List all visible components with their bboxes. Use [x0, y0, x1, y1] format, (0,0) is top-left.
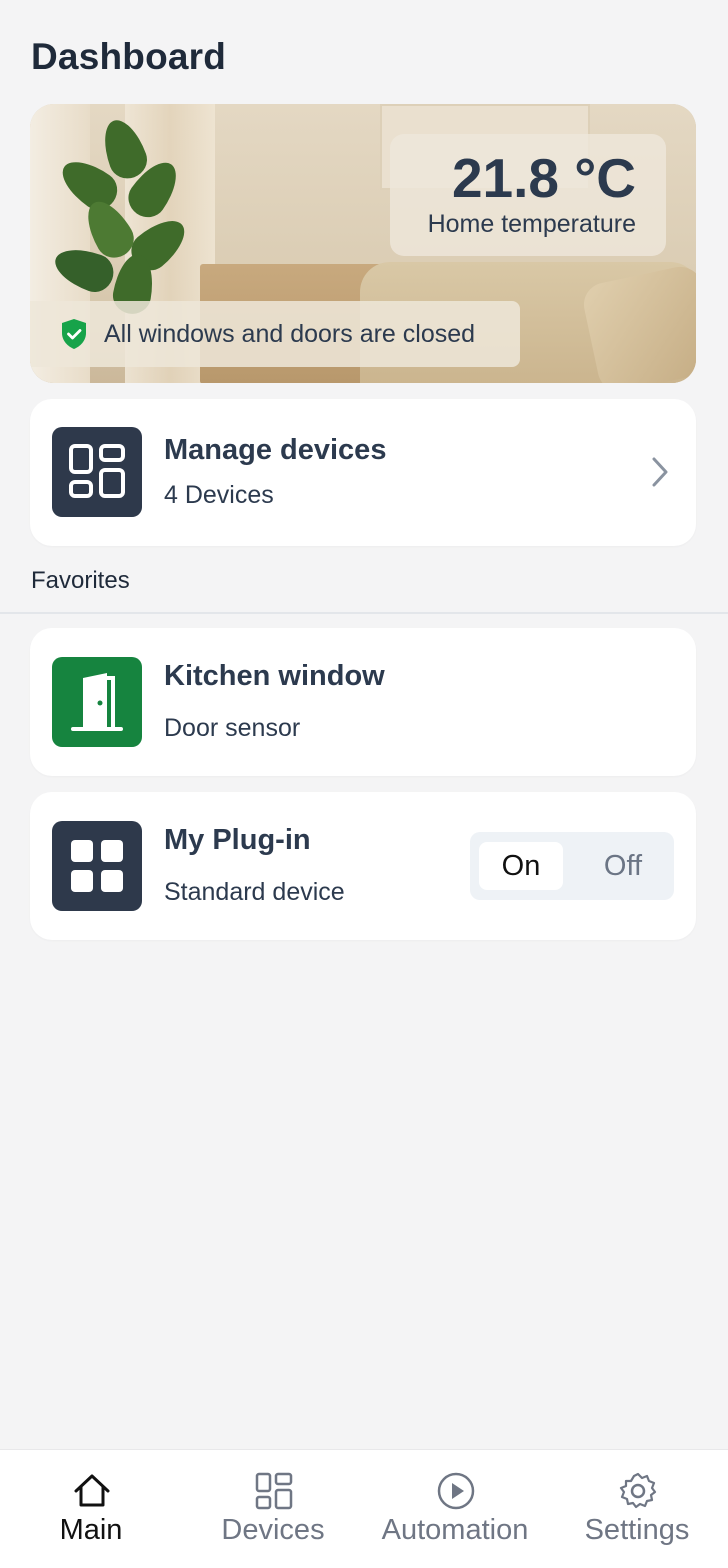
plug-in-tile — [52, 821, 142, 911]
tab-main[interactable]: Main — [0, 1450, 182, 1568]
manage-devices-count: 4 Devices — [164, 481, 274, 509]
temperature-label: Home temperature — [427, 210, 636, 238]
temperature-value: 21.8 °C — [451, 147, 636, 209]
home-icon — [74, 1474, 110, 1507]
security-status: All windows and doors are closed — [30, 301, 520, 367]
tab-settings[interactable]: Settings — [546, 1450, 728, 1568]
favorite-subtitle: Standard device — [164, 878, 345, 906]
temperature-panel: 21.8 °C Home temperature — [390, 134, 666, 256]
tab-label: Automation — [381, 1514, 529, 1546]
tab-label: Devices — [221, 1514, 325, 1546]
tab-label: Main — [59, 1514, 123, 1546]
page-title: Dashboard — [31, 36, 227, 77]
devices-tile — [52, 427, 142, 517]
shield-check-icon — [62, 319, 86, 349]
tab-automation[interactable]: Automation — [364, 1450, 546, 1568]
favorite-subtitle: Door sensor — [164, 714, 301, 742]
tab-label: Settings — [584, 1514, 690, 1546]
chevron-right-icon — [652, 457, 668, 487]
favorite-title: My Plug-in — [164, 824, 311, 856]
favorite-kitchen-window[interactable]: Kitchen window Door sensor — [30, 628, 696, 776]
tab-devices[interactable]: Devices — [182, 1450, 364, 1568]
door-sensor-tile — [52, 657, 142, 747]
toggle-off-button[interactable]: Off — [581, 842, 665, 890]
grid-icon — [71, 840, 123, 892]
favorite-title: Kitchen window — [164, 660, 385, 692]
favorite-my-plug-in[interactable]: My Plug-in Standard device On Off — [30, 792, 696, 940]
section-divider — [0, 612, 728, 614]
devices-icon — [255, 1472, 293, 1510]
door-icon — [71, 673, 123, 731]
gear-icon — [619, 1472, 657, 1509]
devices-grid-icon — [69, 444, 125, 498]
home-hero-card: 21.8 °C Home temperature All windows and… — [30, 104, 696, 383]
manage-devices-title: Manage devices — [164, 434, 387, 466]
play-icon — [437, 1472, 475, 1510]
favorites-heading: Favorites — [31, 567, 130, 594]
toggle-on-button[interactable]: On — [479, 842, 563, 890]
power-toggle: On Off — [470, 832, 674, 900]
bottom-tab-bar: Main Devices Automation Settings — [0, 1449, 728, 1568]
manage-devices-card[interactable]: Manage devices 4 Devices — [30, 399, 696, 546]
security-status-text: All windows and doors are closed — [104, 320, 476, 348]
